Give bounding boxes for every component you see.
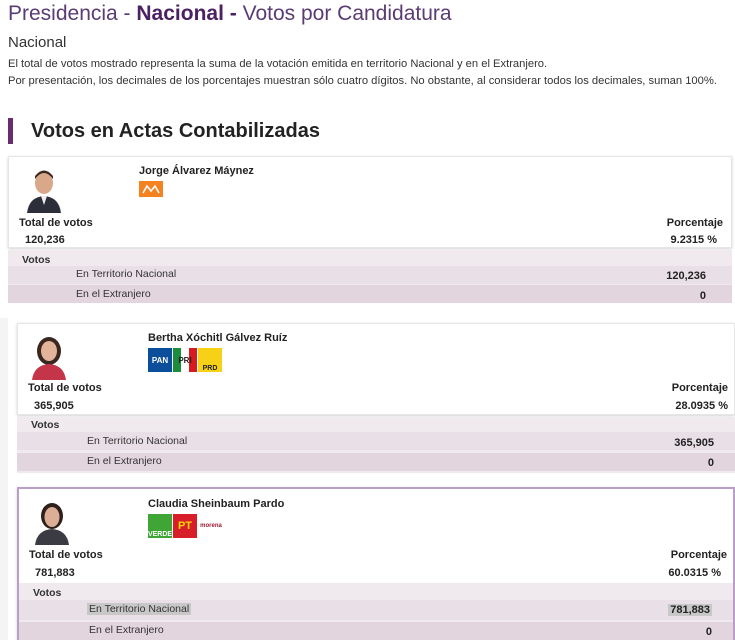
pri-icon: PRI bbox=[173, 348, 197, 372]
row-territorio: En Territorio Nacional 365,905 bbox=[17, 432, 735, 450]
extranjero-label: En el Extranjero bbox=[76, 288, 151, 300]
section-title: Votos en Actas Contabilizadas bbox=[31, 119, 320, 142]
votes-breakdown: Votos En Territorio Nacional 120,236 En … bbox=[8, 250, 732, 303]
percent-value: 28.0935 % bbox=[675, 400, 728, 412]
section-heading: Votos en Actas Contabilizadas bbox=[8, 118, 320, 144]
total-label: Total de votos bbox=[19, 217, 93, 229]
extranjero-label: En el Extranjero bbox=[89, 624, 164, 636]
votos-label: Votos bbox=[33, 587, 62, 599]
territorio-label: En Territorio Nacional bbox=[87, 603, 192, 615]
morena-icon: morena bbox=[198, 514, 224, 538]
section-accent-bar bbox=[8, 118, 13, 144]
percent-value: 60.0315 % bbox=[668, 567, 721, 579]
extranjero-value: 0 bbox=[705, 626, 712, 638]
description-line-1: El total de votos mostrado representa la… bbox=[8, 58, 548, 70]
total-value: 365,905 bbox=[34, 400, 74, 412]
percent-label: Porcentaje bbox=[666, 217, 723, 229]
votos-label: Votos bbox=[22, 254, 51, 266]
total-label: Total de votos bbox=[28, 382, 102, 394]
row-territorio: En Territorio Nacional 781,883 bbox=[19, 600, 733, 620]
prd-icon: PRD bbox=[198, 348, 222, 372]
extranjero-value: 0 bbox=[699, 290, 706, 302]
percent-value: 9.2315 % bbox=[670, 234, 717, 246]
candidate-name: Bertha Xóchitl Gálvez Ruíz bbox=[148, 332, 288, 344]
movimiento-ciudadano-icon bbox=[139, 181, 163, 197]
territorio-label: En Territorio Nacional bbox=[76, 268, 177, 280]
row-extranjero: En el Extranjero 0 bbox=[17, 453, 735, 471]
total-label: Total de votos bbox=[29, 549, 103, 561]
total-value: 781,883 bbox=[35, 567, 75, 579]
percent-label: Porcentaje bbox=[671, 382, 728, 394]
page-subtitle: Nacional bbox=[8, 34, 67, 51]
territorio-value: 365,905 bbox=[674, 437, 714, 449]
territorio-value: 120,236 bbox=[666, 270, 706, 282]
description-line-2: Por presentación, los decimales de los p… bbox=[8, 75, 717, 87]
row-extranjero: En el Extranjero 0 bbox=[19, 622, 733, 640]
percent-label: Porcentaje bbox=[670, 549, 727, 561]
side-divider bbox=[0, 318, 8, 640]
row-territorio: En Territorio Nacional 120,236 bbox=[8, 266, 732, 284]
avatar bbox=[30, 332, 68, 380]
party-logos: PAN PRI PRD bbox=[148, 348, 222, 372]
verde-icon: VERDE bbox=[148, 514, 172, 538]
extranjero-label: En el Extranjero bbox=[87, 455, 162, 467]
pan-icon: PAN bbox=[148, 348, 172, 372]
party-logos bbox=[139, 181, 163, 197]
total-value: 120,236 bbox=[25, 234, 65, 246]
territorio-label: En Territorio Nacional bbox=[87, 435, 188, 447]
candidate-card-alvarez[interactable]: Jorge Álvarez Máynez Total de votos 120,… bbox=[8, 156, 732, 248]
territorio-value: 781,883 bbox=[668, 604, 712, 616]
page-title: Presidencia - Nacional - Votos por Candi… bbox=[8, 2, 452, 25]
candidate-name: Jorge Álvarez Máynez bbox=[139, 165, 254, 177]
avatar bbox=[33, 497, 71, 545]
candidate-card-sheinbaum[interactable]: Claudia Sheinbaum Pardo VERDE PT morena … bbox=[17, 487, 735, 640]
candidate-card-galvez[interactable]: Bertha Xóchitl Gálvez Ruíz PAN PRI PRD T… bbox=[17, 323, 735, 415]
party-logos: VERDE PT morena bbox=[148, 514, 224, 538]
votes-breakdown: Votos En Territorio Nacional 781,883 En … bbox=[19, 583, 733, 640]
row-extranjero: En el Extranjero 0 bbox=[8, 285, 732, 303]
candidate-name: Claudia Sheinbaum Pardo bbox=[148, 498, 285, 510]
avatar bbox=[25, 165, 63, 213]
pt-icon: PT bbox=[173, 514, 197, 538]
votes-breakdown: Votos En Territorio Nacional 365,905 En … bbox=[17, 417, 735, 473]
page-header: Presidencia - Nacional - Votos por Candi… bbox=[8, 2, 728, 90]
extranjero-value: 0 bbox=[707, 457, 714, 469]
votos-label: Votos bbox=[31, 419, 60, 431]
